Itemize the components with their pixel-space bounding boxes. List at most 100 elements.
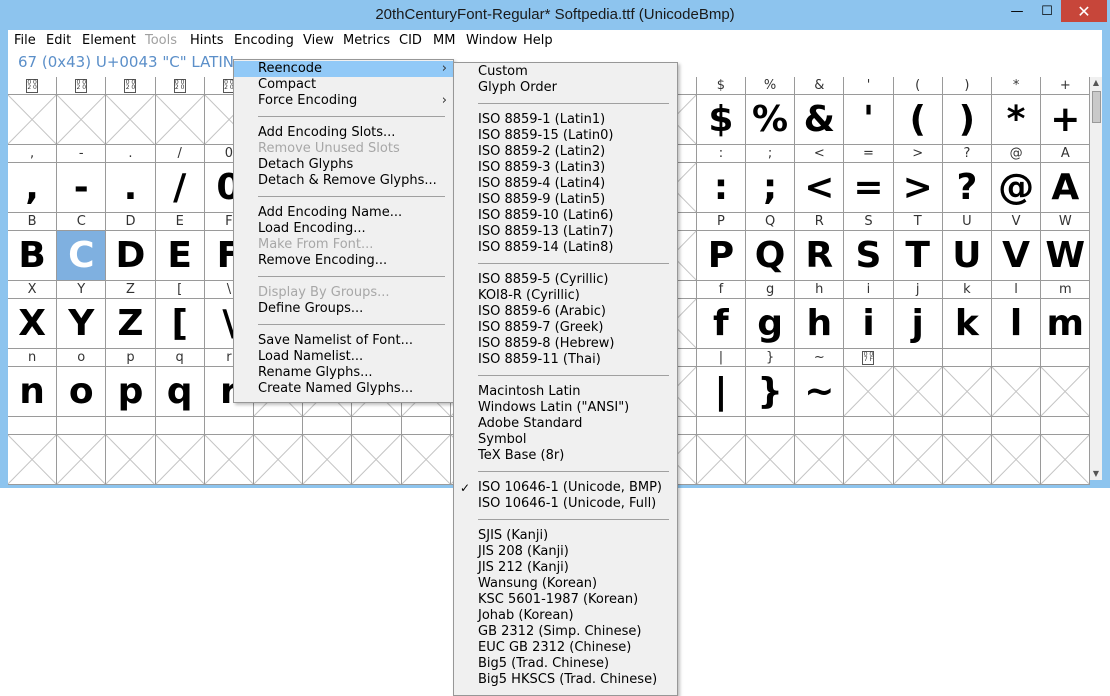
glyph-cell[interactable]: o bbox=[57, 367, 107, 417]
glyph-label[interactable]: 0 02 0 bbox=[8, 77, 58, 95]
glyph-label[interactable]: k bbox=[942, 281, 992, 299]
glyph-cell[interactable]: S bbox=[844, 231, 894, 281]
glyph-cell[interactable]: X bbox=[8, 299, 58, 349]
encoding-item-load-encoding[interactable]: Load Encoding... bbox=[234, 221, 453, 237]
glyph-label[interactable]: - bbox=[57, 145, 107, 163]
glyph-cell[interactable] bbox=[57, 435, 107, 485]
glyph-cell[interactable] bbox=[204, 435, 254, 485]
glyph-label[interactable]: E bbox=[155, 213, 205, 231]
glyph-cell[interactable]: R bbox=[795, 231, 845, 281]
reencode-item-iso-10646-1-unicode-full[interactable]: ISO 10646-1 (Unicode, Full) bbox=[454, 496, 677, 512]
reencode-item-sjis-kanji[interactable]: SJIS (Kanji) bbox=[454, 528, 677, 544]
glyph-cell[interactable]: U bbox=[942, 231, 992, 281]
encoding-item-detach-remove-glyphs[interactable]: Detach & Remove Glyphs... bbox=[234, 173, 453, 189]
glyph-label[interactable]: [ bbox=[155, 281, 205, 299]
glyph-cell[interactable] bbox=[57, 95, 107, 145]
encoding-item-load-namelist[interactable]: Load Namelist... bbox=[234, 349, 453, 365]
scroll-down-icon[interactable]: ▼ bbox=[1090, 468, 1102, 480]
glyph-cell[interactable]: , bbox=[8, 163, 58, 213]
glyph-cell[interactable]: V bbox=[992, 231, 1042, 281]
encoding-item-add-encoding-name[interactable]: Add Encoding Name... bbox=[234, 205, 453, 221]
glyph-label[interactable]: q bbox=[155, 349, 205, 367]
glyph-cell[interactable]: $ bbox=[696, 95, 746, 145]
glyph-label[interactable]: P bbox=[696, 213, 746, 231]
glyph-label[interactable] bbox=[1041, 349, 1091, 367]
reencode-item-adobe-standard[interactable]: Adobe Standard bbox=[454, 416, 677, 432]
glyph-cell[interactable] bbox=[352, 435, 402, 485]
glyph-label[interactable] bbox=[893, 417, 943, 435]
menu-element[interactable]: Element bbox=[82, 33, 136, 48]
reencode-item-iso-8859-11-thai[interactable]: ISO 8859-11 (Thai) bbox=[454, 352, 677, 368]
glyph-label[interactable]: Q bbox=[746, 213, 796, 231]
glyph-cell[interactable]: % bbox=[746, 95, 796, 145]
reencode-item-windows-latin-ansi[interactable]: Windows Latin ("ANSI") bbox=[454, 400, 677, 416]
reencode-item-big5-hkscs-trad-chinese[interactable]: Big5 HKSCS (Trad. Chinese) bbox=[454, 672, 677, 688]
glyph-label[interactable]: f bbox=[696, 281, 746, 299]
glyph-cell[interactable]: E bbox=[155, 231, 205, 281]
glyph-cell[interactable] bbox=[992, 367, 1042, 417]
glyph-cell[interactable]: j bbox=[893, 299, 943, 349]
glyph-cell[interactable]: A bbox=[1041, 163, 1091, 213]
reencode-item-iso-8859-5-cyrillic[interactable]: ISO 8859-5 (Cyrillic) bbox=[454, 272, 677, 288]
glyph-cell[interactable]: P bbox=[696, 231, 746, 281]
glyph-label[interactable]: p bbox=[106, 349, 156, 367]
glyph-cell[interactable]: Q bbox=[746, 231, 796, 281]
glyph-cell[interactable] bbox=[1041, 435, 1091, 485]
glyph-label[interactable]: ) bbox=[942, 77, 992, 95]
glyph-label[interactable] bbox=[992, 349, 1042, 367]
selected-glyph-cell[interactable]: C bbox=[57, 231, 107, 281]
reencode-item-tex-base-8r[interactable]: TeX Base (8r) bbox=[454, 448, 677, 464]
glyph-label[interactable]: X bbox=[8, 281, 58, 299]
glyph-cell[interactable] bbox=[8, 435, 58, 485]
glyph-cell[interactable]: < bbox=[795, 163, 845, 213]
glyph-cell[interactable]: | bbox=[696, 367, 746, 417]
scroll-thumb[interactable] bbox=[1092, 91, 1101, 123]
glyph-label[interactable]: i bbox=[844, 281, 894, 299]
encoding-item-force-encoding[interactable]: Force Encoding › bbox=[234, 93, 453, 109]
glyph-cell[interactable]: ) bbox=[942, 95, 992, 145]
menu-edit[interactable]: Edit bbox=[46, 33, 71, 48]
glyph-label[interactable] bbox=[57, 417, 107, 435]
glyph-cell[interactable] bbox=[844, 367, 894, 417]
glyph-cell[interactable] bbox=[8, 95, 58, 145]
glyph-label[interactable]: A bbox=[1041, 145, 1091, 163]
glyph-cell[interactable]: q bbox=[155, 367, 205, 417]
glyph-cell[interactable] bbox=[942, 367, 992, 417]
glyph-cell[interactable]: . bbox=[106, 163, 156, 213]
glyph-cell[interactable]: l bbox=[992, 299, 1042, 349]
glyph-cell[interactable]: > bbox=[893, 163, 943, 213]
glyph-cell[interactable]: B bbox=[8, 231, 58, 281]
glyph-label[interactable] bbox=[942, 417, 992, 435]
glyph-label[interactable] bbox=[844, 417, 894, 435]
glyph-cell[interactable]: h bbox=[795, 299, 845, 349]
glyph-label[interactable]: m bbox=[1041, 281, 1091, 299]
glyph-cell[interactable]: ~ bbox=[795, 367, 845, 417]
encoding-item-remove-encoding[interactable]: Remove Encoding... bbox=[234, 253, 453, 269]
glyph-cell[interactable]: - bbox=[57, 163, 107, 213]
glyph-label[interactable]: U bbox=[942, 213, 992, 231]
glyph-label[interactable]: g bbox=[746, 281, 796, 299]
glyph-label[interactable] bbox=[696, 417, 746, 435]
glyph-cell[interactable]: @ bbox=[992, 163, 1042, 213]
glyph-cell[interactable]: Y bbox=[57, 299, 107, 349]
glyph-label[interactable]: & bbox=[795, 77, 845, 95]
glyph-label[interactable]: l bbox=[992, 281, 1042, 299]
glyph-label[interactable]: C bbox=[57, 213, 107, 231]
menu-tools[interactable]: Tools bbox=[145, 33, 177, 48]
glyph-cell[interactable]: W bbox=[1041, 231, 1091, 281]
menu-help[interactable]: Help bbox=[523, 33, 553, 48]
glyph-cell[interactable]: : bbox=[696, 163, 746, 213]
glyph-label[interactable]: : bbox=[696, 145, 746, 163]
glyph-label[interactable]: S bbox=[844, 213, 894, 231]
glyph-label[interactable] bbox=[303, 417, 353, 435]
glyph-cell[interactable] bbox=[155, 435, 205, 485]
glyph-label[interactable]: T bbox=[893, 213, 943, 231]
glyph-label[interactable]: o bbox=[57, 349, 107, 367]
glyph-label[interactable]: ? bbox=[942, 145, 992, 163]
glyph-cell[interactable] bbox=[303, 435, 353, 485]
glyph-label[interactable]: V bbox=[992, 213, 1042, 231]
glyph-label[interactable] bbox=[746, 417, 796, 435]
glyph-cell[interactable]: ; bbox=[746, 163, 796, 213]
glyph-cell[interactable]: + bbox=[1041, 95, 1091, 145]
glyph-label[interactable]: ~ bbox=[795, 349, 845, 367]
